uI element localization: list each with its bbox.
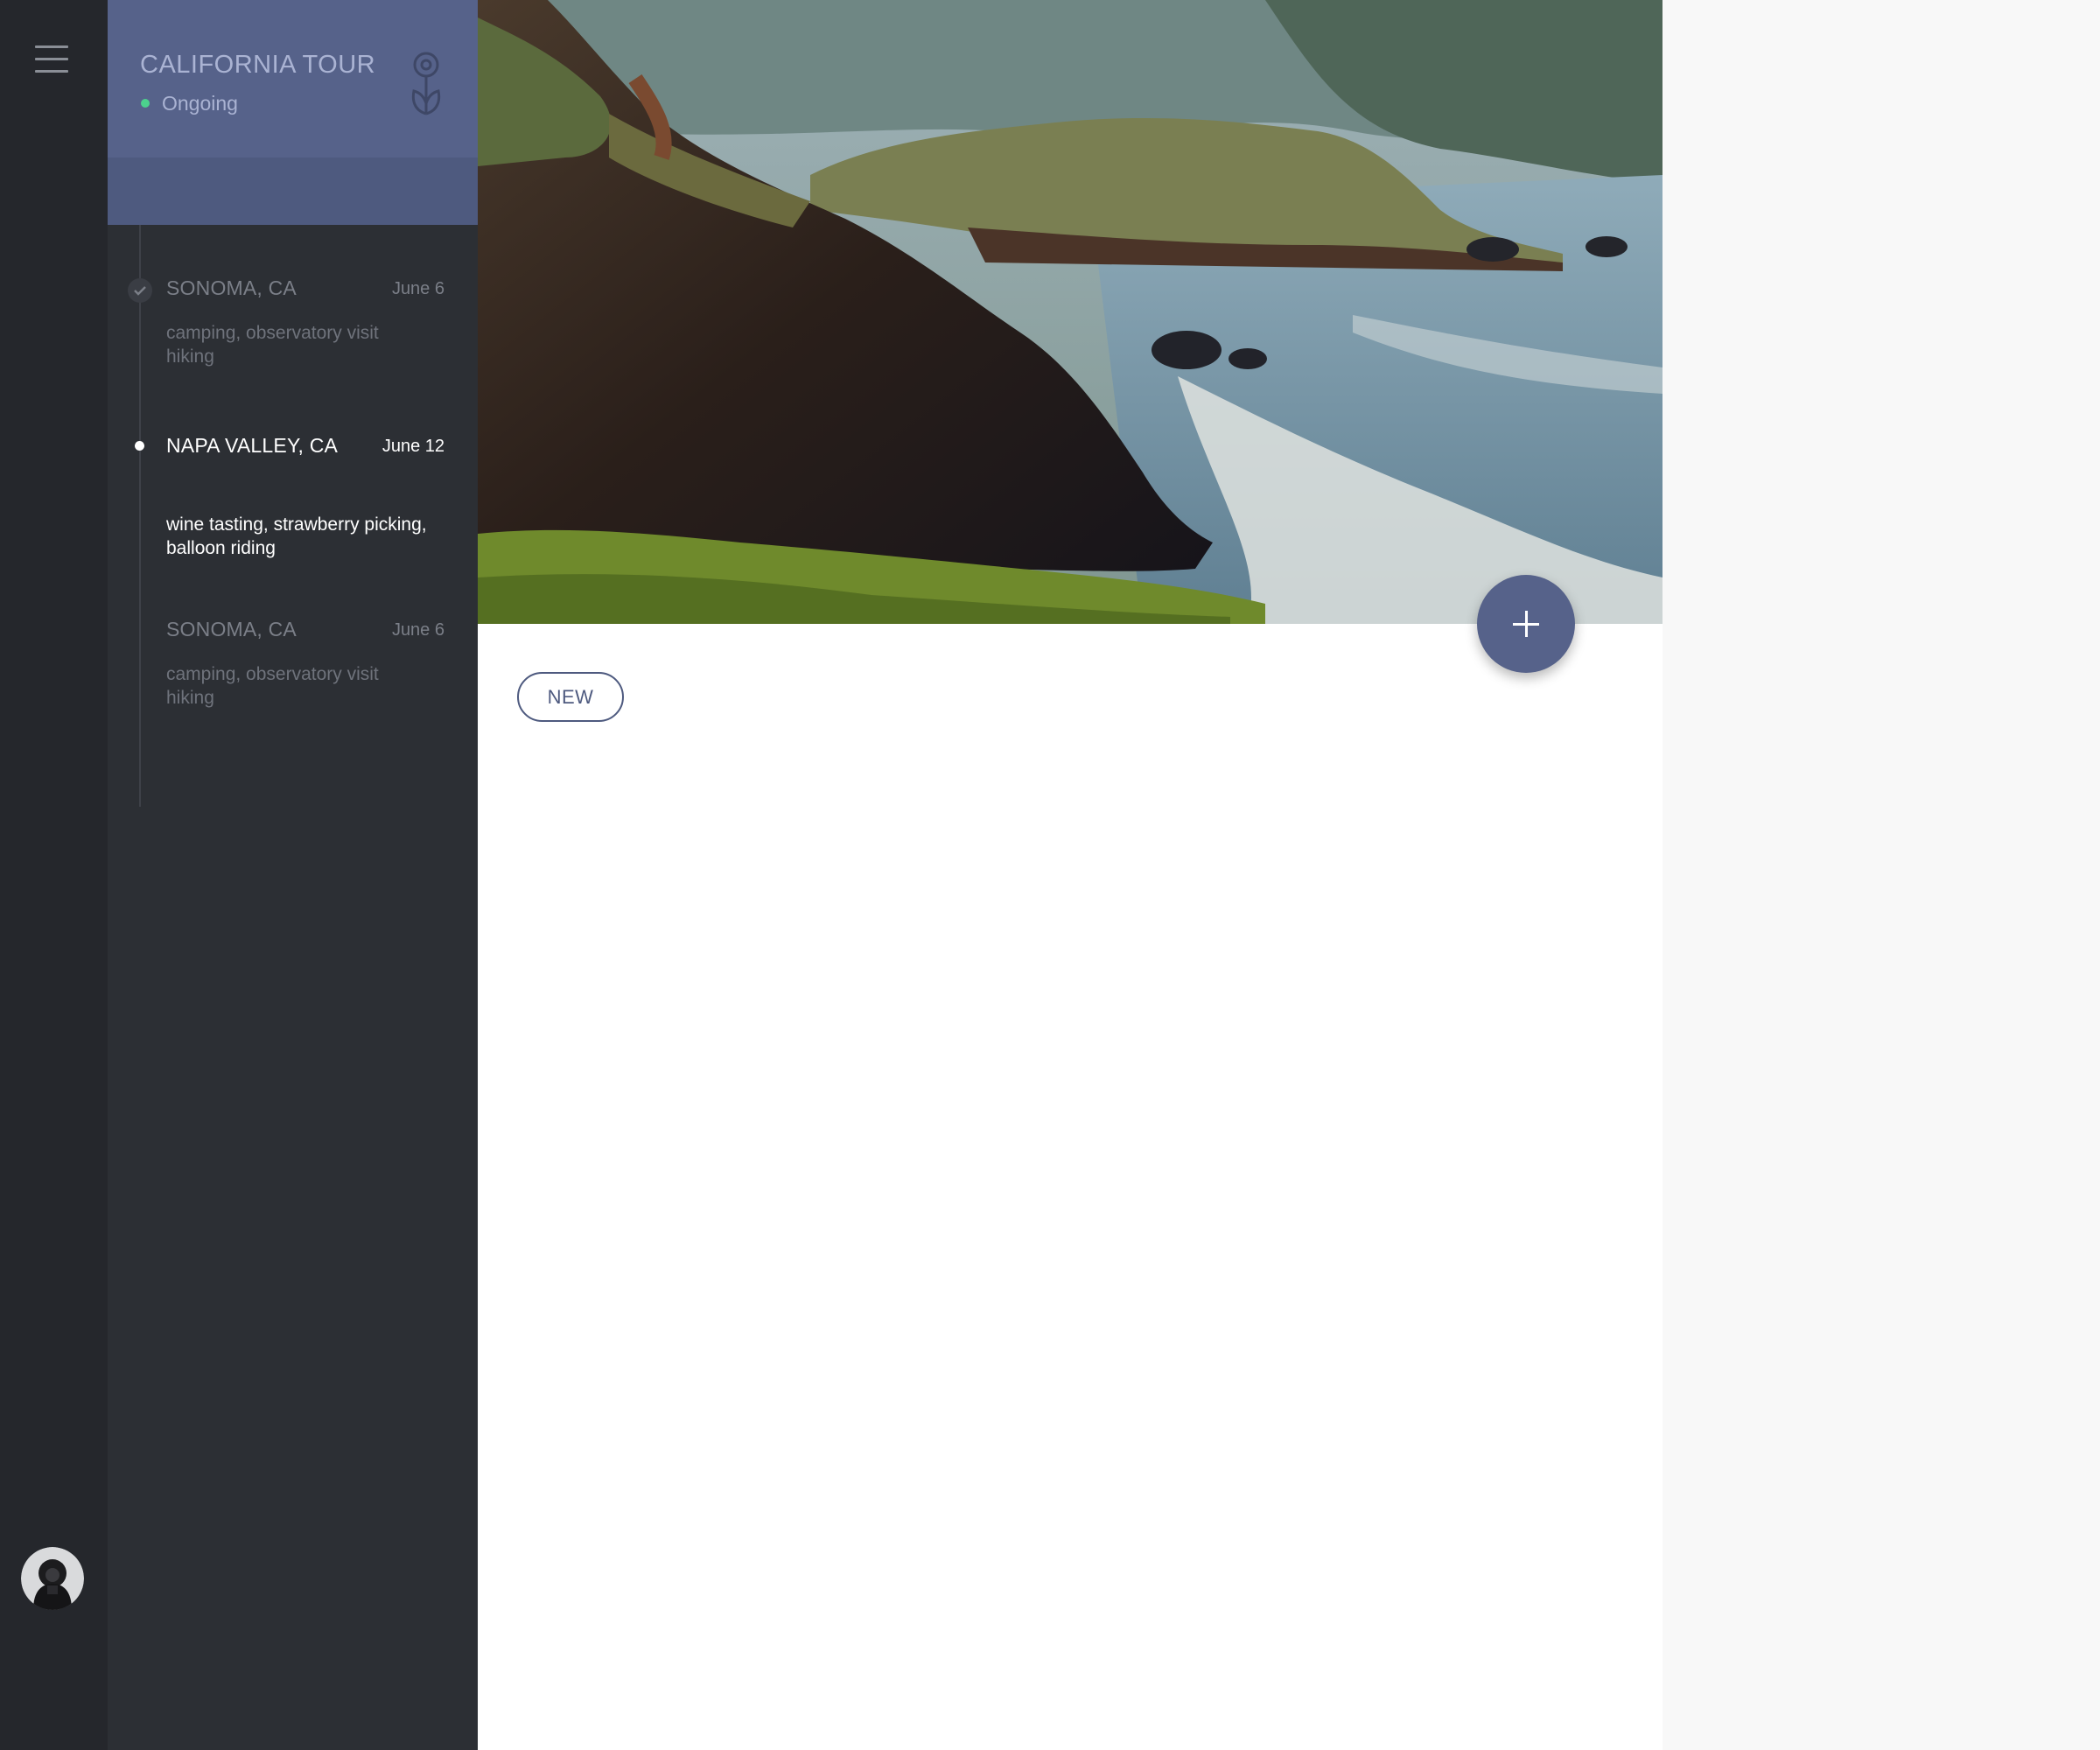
trip-title: CALIFORNIA TOUR: [140, 51, 376, 79]
stop-name: SONOMA, CA: [166, 618, 297, 640]
stop-description: camping, observatory visit hiking: [166, 323, 379, 367]
stop-name: NAPA VALLEY, CA: [166, 434, 339, 457]
stop-description: wine tasting, strawberry picking, balloo…: [166, 514, 427, 558]
user-avatar[interactable]: [21, 1547, 84, 1610]
current-stop-dot-icon: [135, 441, 144, 451]
timeline-stop[interactable]: SONOMA, CA June 6 camping, observatory v…: [108, 618, 478, 714]
add-stop-button[interactable]: [1477, 575, 1575, 673]
status-dot-icon: [141, 99, 150, 108]
trip-panel: CALIFORNIA TOUR Ongoing SONOMA, CA June …: [108, 0, 478, 1750]
new-badge[interactable]: NEW: [517, 672, 624, 722]
stop-date: June 12: [382, 437, 444, 456]
timeline-stop-active[interactable]: NAPA VALLEY, CA June 12 wine tasting, st…: [108, 434, 478, 565]
stop-description: camping, observatory visit hiking: [166, 664, 379, 708]
stop-name: SONOMA, CA: [166, 276, 297, 299]
timeline-stop[interactable]: SONOMA, CA June 6 camping, observatory v…: [108, 276, 478, 373]
check-icon: [128, 278, 152, 303]
hamburger-menu-icon[interactable]: [35, 44, 72, 75]
stop-date: June 6: [391, 620, 444, 640]
hero-landscape-image: [478, 0, 1662, 624]
trip-header: CALIFORNIA TOUR Ongoing: [108, 0, 478, 225]
main-content: NEW: [478, 0, 1662, 1750]
left-rail: [0, 0, 108, 1750]
trip-status: Ongoing: [162, 92, 238, 115]
stop-date: June 6: [391, 279, 444, 298]
hot-air-balloon-icon[interactable]: [405, 49, 447, 117]
